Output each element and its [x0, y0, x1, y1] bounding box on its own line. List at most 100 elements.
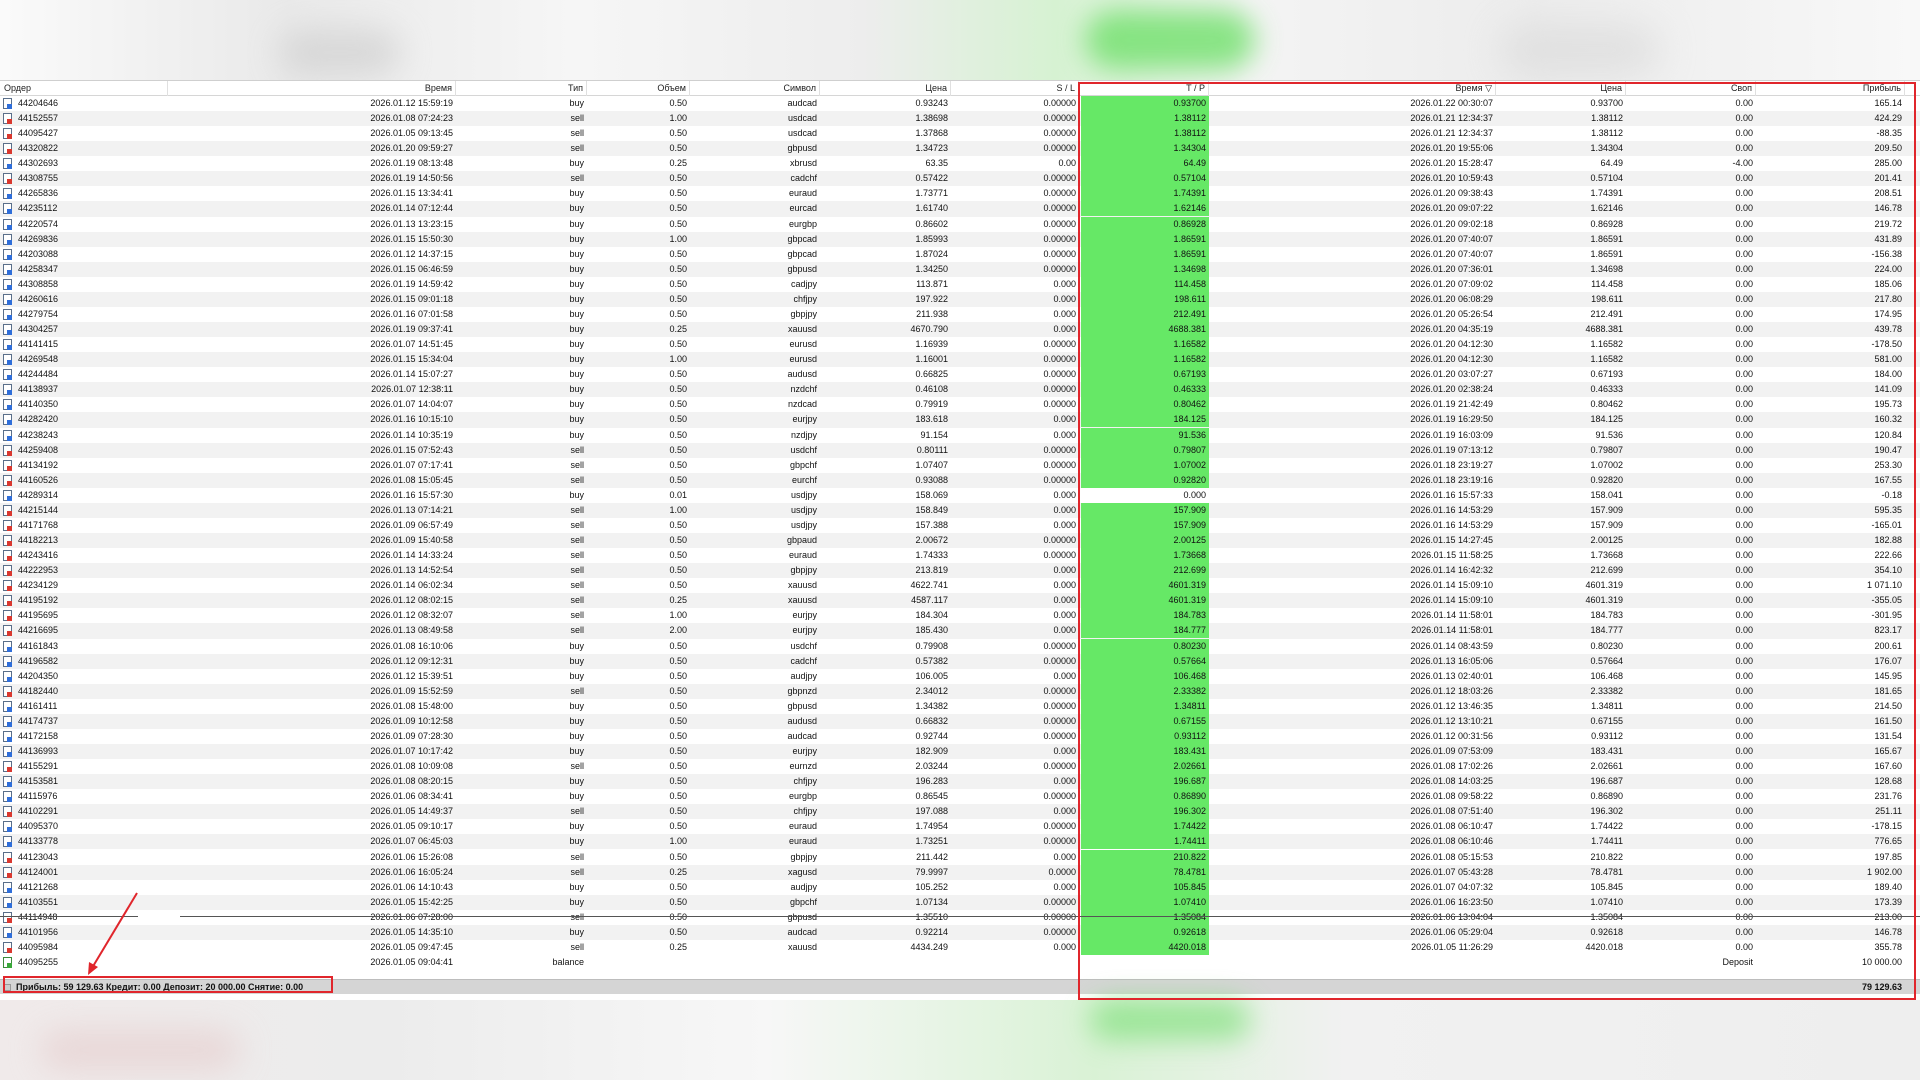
- col-header-time[interactable]: Время: [168, 81, 456, 96]
- bottom-tab-strip: [0, 915, 1920, 919]
- table-row[interactable]: 44308858 2026.01.19 14:59:42 buy 0.50 cadjpy…: [0, 276, 1920, 292]
- table-row[interactable]: 44095427 2026.01.05 09:13:45 sell 0.50 usdca…: [0, 126, 1920, 142]
- table-row[interactable]: 44136993 2026.01.07 10:17:42 buy 0.50 eurjpy…: [0, 744, 1920, 760]
- cell-type: sell: [570, 580, 584, 591]
- col-header-type[interactable]: Тип: [456, 81, 587, 96]
- table-row[interactable]: 44204646 2026.01.12 15:59:19 buy 0.50 audcad…: [0, 96, 1920, 111]
- cell-tp: 2.33382: [1081, 683, 1209, 699]
- cell-profit: 145.95: [1874, 670, 1902, 681]
- cell-type: sell: [570, 444, 584, 455]
- cell-close-price: 1.73668: [1590, 550, 1623, 561]
- table-row[interactable]: 44243416 2026.01.14 14:33:24 sell 0.50 eurau…: [0, 548, 1920, 564]
- col-header-sl[interactable]: S / L: [951, 81, 1079, 96]
- cell-volume: 0.50: [669, 776, 687, 787]
- cell-order: 44124001: [18, 866, 59, 877]
- table-row[interactable]: 44124001 2026.01.06 16:05:24 sell 0.25 xagus…: [0, 864, 1920, 880]
- table-row[interactable]: 44196582 2026.01.12 09:12:31 buy 0.50 cadchf…: [0, 653, 1920, 669]
- table-row[interactable]: 44160526 2026.01.08 15:05:45 sell 0.50 eurch…: [0, 472, 1920, 488]
- col-header-profit[interactable]: Прибыль: [1756, 81, 1905, 96]
- table-row[interactable]: 44320822 2026.01.20 09:59:27 sell 0.50 gbpus…: [0, 141, 1920, 157]
- table-row[interactable]: 44123043 2026.01.06 15:26:08 sell 0.50 gbpjp…: [0, 849, 1920, 865]
- table-row[interactable]: 44215144 2026.01.13 07:14:21 sell 1.00 usdjp…: [0, 502, 1920, 518]
- cell-price: 63.35: [925, 158, 948, 169]
- table-row[interactable]: 44161843 2026.01.08 16:10:06 buy 0.50 usdchf…: [0, 638, 1920, 654]
- col-header-tp[interactable]: T / P: [1081, 81, 1209, 96]
- table-row[interactable]: 44308755 2026.01.19 14:50:56 sell 0.50 cadch…: [0, 171, 1920, 187]
- table-row[interactable]: 44141415 2026.01.07 14:51:45 buy 0.50 eurusd…: [0, 337, 1920, 353]
- table-row[interactable]: 44171768 2026.01.09 06:57:49 sell 0.50 usdjp…: [0, 517, 1920, 533]
- table-row[interactable]: 44153581 2026.01.08 08:20:15 buy 0.50 chfjpy…: [0, 774, 1920, 790]
- table-row[interactable]: 44244484 2026.01.14 15:07:27 buy 0.50 audusd…: [0, 367, 1920, 383]
- cell-price: 0.92214: [915, 926, 948, 937]
- table-row[interactable]: 44220574 2026.01.13 13:23:15 buy 0.50 eurgbp…: [0, 216, 1920, 232]
- table-row[interactable]: 44134192 2026.01.07 07:17:41 sell 0.50 gbpch…: [0, 457, 1920, 473]
- table-row[interactable]: 44182440 2026.01.09 15:52:59 sell 0.50 gbpnz…: [0, 683, 1920, 699]
- cell-price: 0.79908: [915, 640, 948, 651]
- table-row[interactable]: 44238243 2026.01.14 10:35:19 buy 0.50 nzdjpy…: [0, 427, 1920, 443]
- table-row[interactable]: 44101956 2026.01.05 14:35:10 buy 0.50 audcad…: [0, 924, 1920, 940]
- balance-row[interactable]: 44095255 2026.01.05 09:04:41 balance Dep…: [0, 955, 1920, 970]
- table-row[interactable]: 44172158 2026.01.09 07:28:30 buy 0.50 audcad…: [0, 728, 1920, 744]
- table-row[interactable]: 44216695 2026.01.13 08:49:58 sell 2.00 eurjp…: [0, 623, 1920, 639]
- cell-close-time: 2026.01.15 14:27:45: [1410, 535, 1493, 546]
- col-header-swap[interactable]: Своп: [1626, 81, 1756, 96]
- cell-swap: -4.00: [1732, 158, 1753, 169]
- cell-volume: 0.50: [669, 730, 687, 741]
- history-table: Ордер Время Тип Объем Символ Цена S / L …: [0, 80, 1920, 994]
- cell-tp: 4420.018: [1081, 939, 1209, 955]
- table-row[interactable]: 44195695 2026.01.12 08:32:07 sell 1.00 eurjp…: [0, 608, 1920, 624]
- table-row[interactable]: 44265836 2026.01.15 13:34:41 buy 0.50 euraud…: [0, 186, 1920, 202]
- table-row[interactable]: 44182213 2026.01.09 15:40:58 sell 0.50 gbpau…: [0, 533, 1920, 549]
- cell-tp: 0.92618: [1081, 924, 1209, 940]
- table-row[interactable]: 44204350 2026.01.12 15:39:51 buy 0.50 audjpy…: [0, 668, 1920, 684]
- cell-sl: 0.000: [1053, 670, 1076, 681]
- table-row[interactable]: 44195192 2026.01.12 08:02:15 sell 0.25 xauus…: [0, 593, 1920, 609]
- cell-volume: 0.01: [669, 489, 687, 500]
- col-header-close-time[interactable]: Время ▽: [1209, 81, 1496, 96]
- table-row[interactable]: 44259408 2026.01.15 07:52:43 sell 0.50 usdch…: [0, 442, 1920, 458]
- table-row[interactable]: 44133778 2026.01.07 06:45:03 buy 1.00 euraud…: [0, 834, 1920, 850]
- cell-open-time: 2026.01.19 08:13:48: [370, 158, 453, 169]
- cell-type: buy: [569, 384, 584, 395]
- table-row[interactable]: 44174737 2026.01.09 10:12:58 buy 0.50 audusd…: [0, 713, 1920, 729]
- table-row[interactable]: 44203088 2026.01.12 14:37:15 buy 0.50 gbpcad…: [0, 246, 1920, 262]
- table-row[interactable]: 44161411 2026.01.08 15:48:00 buy 0.50 gbpusd…: [0, 698, 1920, 714]
- cell-sl: 0.000: [1053, 776, 1076, 787]
- cell-close-time: 2026.01.20 09:07:22: [1410, 203, 1493, 214]
- table-row[interactable]: 44304257 2026.01.19 09:37:41 buy 0.25 xauusd…: [0, 322, 1920, 338]
- table-row[interactable]: 44103551 2026.01.05 15:42:25 buy 0.50 gbpchf…: [0, 894, 1920, 910]
- table-row[interactable]: 44095984 2026.01.05 09:47:45 sell 0.25 xauus…: [0, 939, 1920, 955]
- table-row[interactable]: 44289314 2026.01.16 15:57:30 buy 0.01 usdjpy…: [0, 488, 1920, 503]
- table-row[interactable]: 44269548 2026.01.15 15:34:04 buy 1.00 eurusd…: [0, 352, 1920, 368]
- col-header-volume[interactable]: Объем: [587, 81, 690, 96]
- col-header-order[interactable]: Ордер: [0, 81, 168, 96]
- col-header-symbol[interactable]: Символ: [690, 81, 820, 96]
- table-row[interactable]: 44095370 2026.01.05 09:10:17 buy 0.50 euraud…: [0, 819, 1920, 835]
- cell-volume: 0.50: [669, 519, 687, 530]
- col-header-price[interactable]: Цена: [820, 81, 951, 96]
- table-row[interactable]: 44282420 2026.01.16 10:15:10 buy 0.50 eurjpy…: [0, 412, 1920, 428]
- table-row[interactable]: 44140350 2026.01.07 14:04:07 buy 0.50 nzdcad…: [0, 397, 1920, 413]
- cell-order: 44160526: [18, 474, 59, 485]
- table-row[interactable]: 44234129 2026.01.14 06:02:34 sell 0.50 xauus…: [0, 578, 1920, 594]
- table-row[interactable]: 44152557 2026.01.08 07:24:23 sell 1.00 usdca…: [0, 111, 1920, 127]
- cell-close-price: 1.86591: [1590, 248, 1623, 259]
- cell-type: buy: [569, 640, 584, 651]
- cell-symbol: xauusd: [787, 941, 817, 952]
- table-row[interactable]: 44102291 2026.01.05 14:49:37 sell 0.50 chfjp…: [0, 804, 1920, 820]
- table-row[interactable]: 44258347 2026.01.15 06:46:59 buy 0.50 gbpusd…: [0, 261, 1920, 277]
- table-row[interactable]: 44302693 2026.01.19 08:13:48 buy 0.25 xbrusd…: [0, 156, 1920, 172]
- table-row[interactable]: 44222953 2026.01.13 14:52:54 sell 0.50 gbpjp…: [0, 563, 1920, 579]
- table-row[interactable]: 44269836 2026.01.15 15:50:30 buy 1.00 gbpcad…: [0, 231, 1920, 247]
- table-row[interactable]: 44279754 2026.01.16 07:01:58 buy 0.50 gbpjpy…: [0, 306, 1920, 322]
- table-row[interactable]: 44115976 2026.01.06 08:34:41 buy 0.50 eurgbp…: [0, 789, 1920, 805]
- table-header: Ордер Время Тип Объем Символ Цена S / L …: [0, 81, 1920, 96]
- col-header-close-price[interactable]: Цена: [1496, 81, 1626, 96]
- table-row[interactable]: 44155291 2026.01.08 10:09:08 sell 0.50 eurnz…: [0, 759, 1920, 775]
- table-row[interactable]: 44138937 2026.01.07 12:38:11 buy 0.50 nzdchf…: [0, 382, 1920, 398]
- table-row[interactable]: 44121268 2026.01.06 14:10:43 buy 0.50 audjpy…: [0, 879, 1920, 895]
- cell-sl: 0.00000: [1043, 128, 1076, 139]
- table-row[interactable]: 44235112 2026.01.14 07:12:44 buy 0.50 eurcad…: [0, 201, 1920, 217]
- cell-symbol: cadchf: [790, 173, 817, 184]
- table-row[interactable]: 44260616 2026.01.15 09:01:18 buy 0.50 chfjpy…: [0, 291, 1920, 307]
